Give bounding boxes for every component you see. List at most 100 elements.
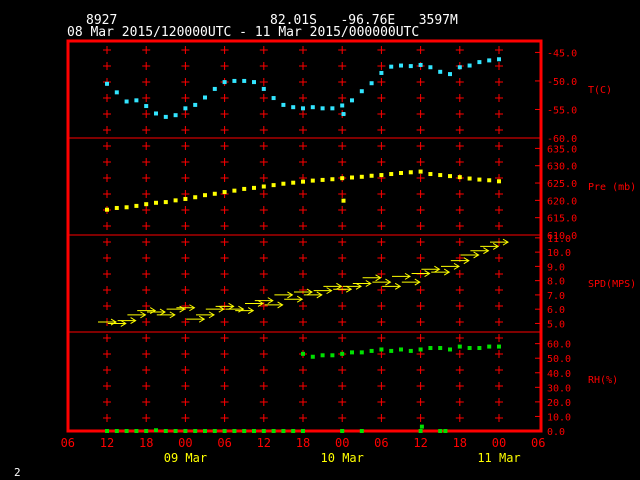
humidity-point (369, 348, 374, 353)
humidity_baseline-point (144, 429, 149, 433)
pressure-point (144, 202, 149, 207)
pressure-point (379, 173, 384, 178)
y-tick-label: 10.0 (547, 248, 571, 259)
x-date-label: 11 Mar (477, 451, 520, 465)
temperature-point (350, 98, 354, 103)
humidity_baseline-point (203, 429, 207, 433)
humidity-point (457, 344, 462, 349)
pressure-point (193, 195, 198, 200)
pressure-point (457, 175, 462, 180)
pressure-point (173, 198, 178, 203)
temperature-point (467, 63, 472, 68)
pressure-point (467, 176, 472, 181)
humidity-point (428, 346, 433, 351)
humidity-point (389, 348, 394, 353)
pressure-point (271, 183, 276, 188)
humidity-point (320, 353, 325, 358)
y-tick-label: 635.0 (547, 144, 577, 155)
x-tick-label: 12 (413, 436, 427, 450)
humidity-point (408, 348, 413, 353)
pressure-point (232, 188, 237, 193)
y-tick-label: 625.0 (547, 179, 577, 190)
temperature-point (457, 65, 462, 70)
temperature-point (252, 80, 256, 85)
pressure-point (163, 200, 168, 205)
temperature-point (134, 98, 139, 103)
temperature-point (163, 114, 168, 119)
pressure-point (330, 177, 335, 182)
temperature-point (281, 102, 286, 107)
pressure-point (477, 177, 482, 182)
humidity_baseline-point (359, 429, 364, 433)
temperature-point (222, 80, 227, 85)
pressure-point (448, 174, 452, 179)
panel-unit-label: RH(%) (588, 375, 618, 386)
temperature-point (341, 112, 346, 117)
pressure-point (242, 186, 247, 191)
y-tick-label: 615.0 (547, 214, 577, 225)
humidity_baseline-point (252, 429, 256, 433)
x-tick-label: 06 (217, 436, 231, 450)
y-tick-label: 0.0 (547, 427, 565, 438)
temperature-point (418, 62, 423, 67)
humidity-point (477, 346, 482, 351)
temperature-point (369, 81, 374, 86)
humidity-point (438, 346, 443, 351)
panel-unit-label: SPD(MPS) (588, 279, 636, 290)
pressure-point (310, 178, 315, 183)
temperature-point (389, 64, 394, 69)
x-tick-label: 00 (178, 436, 192, 450)
panel-unit-label: Pre (mb) (588, 182, 636, 193)
y-tick-label: 630.0 (547, 162, 577, 173)
temperature-point (310, 105, 315, 110)
humidity_baseline-point (443, 429, 448, 433)
pressure-point (487, 178, 492, 183)
pressure-point (154, 200, 158, 205)
y-tick-label: 8.0 (547, 277, 565, 288)
pressure-point (203, 193, 207, 198)
pressure-point (389, 172, 394, 177)
humidity_baseline-point (301, 429, 305, 433)
humidity_baseline-point (340, 429, 345, 433)
temperature-point (399, 63, 403, 68)
temperature-point (330, 106, 335, 111)
humidity-point (350, 350, 354, 355)
pressure-point (359, 174, 364, 179)
temperature-point (203, 95, 207, 100)
x-tick-label: 18 (296, 436, 310, 450)
x-tick-label: 00 (335, 436, 349, 450)
y-tick-label: 6.0 (547, 305, 565, 316)
y-tick-label: 50.0 (547, 354, 571, 365)
y-tick-label: 11.0 (547, 234, 571, 245)
humidity_baseline-point (232, 429, 237, 433)
humidity-point (301, 351, 305, 356)
y-tick-label: -60.0 (547, 134, 577, 145)
temperature-point (497, 57, 501, 62)
temperature-point (124, 99, 129, 104)
temperature-point (144, 104, 149, 109)
y-tick-label: 7.0 (547, 291, 565, 302)
temperature-point (105, 81, 109, 86)
pressure-point (301, 179, 305, 184)
temperature-point (271, 96, 276, 101)
humidity_baseline-point (114, 429, 119, 433)
temperature-point (359, 89, 364, 94)
temperature-point (301, 106, 305, 111)
pressure-point (341, 198, 346, 203)
pressure-point (105, 207, 109, 212)
y-tick-label: 10.0 (547, 412, 571, 423)
x-tick-label: 18 (453, 436, 467, 450)
humidity_baseline-point (438, 429, 443, 433)
temperature-point (232, 78, 237, 83)
humidity_baseline-point (193, 429, 198, 433)
y-tick-label: 5.0 (547, 319, 565, 330)
y-tick-label: 9.0 (547, 262, 565, 273)
x-tick-label: 12 (257, 436, 271, 450)
meteogram-chart: 8927 82.01S -96.76E 3597M 08 Mar 2015/12… (14, 13, 636, 479)
y-tick-label: -45.0 (547, 48, 577, 59)
pressure-point (114, 205, 119, 210)
humidity_baseline-point (291, 429, 296, 433)
y-tick-label: 40.0 (547, 369, 571, 380)
y-tick-label: 20.0 (547, 398, 571, 409)
humidity-point (448, 347, 452, 352)
